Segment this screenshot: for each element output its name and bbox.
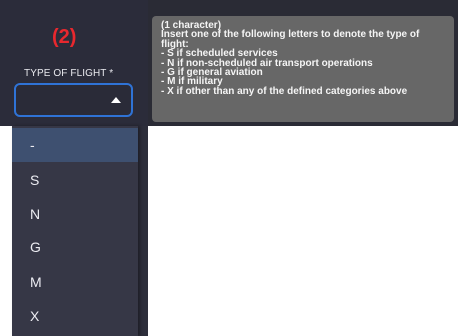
- content-area: [148, 126, 458, 336]
- left-margin: [0, 126, 12, 336]
- option-n[interactable]: N: [12, 197, 138, 231]
- tooltip-line: - X if other than any of the defined cat…: [161, 85, 408, 97]
- option-s[interactable]: S: [12, 163, 138, 197]
- dropdown-gutter: [138, 126, 148, 336]
- type-of-flight-select[interactable]: [14, 83, 133, 117]
- annotation-number: (2): [52, 26, 77, 48]
- option-x[interactable]: X: [12, 299, 138, 333]
- type-of-flight-dropdown: - S N G M X: [12, 126, 138, 336]
- tooltip-line: Insert one of the following letters to d…: [161, 29, 420, 41]
- option-none[interactable]: -: [12, 128, 138, 162]
- option-g[interactable]: G: [12, 230, 138, 264]
- option-m[interactable]: M: [12, 265, 138, 299]
- type-of-flight-label: TYPE OF FLIGHT *: [24, 68, 114, 79]
- caret-up-icon[interactable]: [111, 97, 121, 103]
- help-tooltip: (1 character) Insert one of the followin…: [152, 16, 454, 122]
